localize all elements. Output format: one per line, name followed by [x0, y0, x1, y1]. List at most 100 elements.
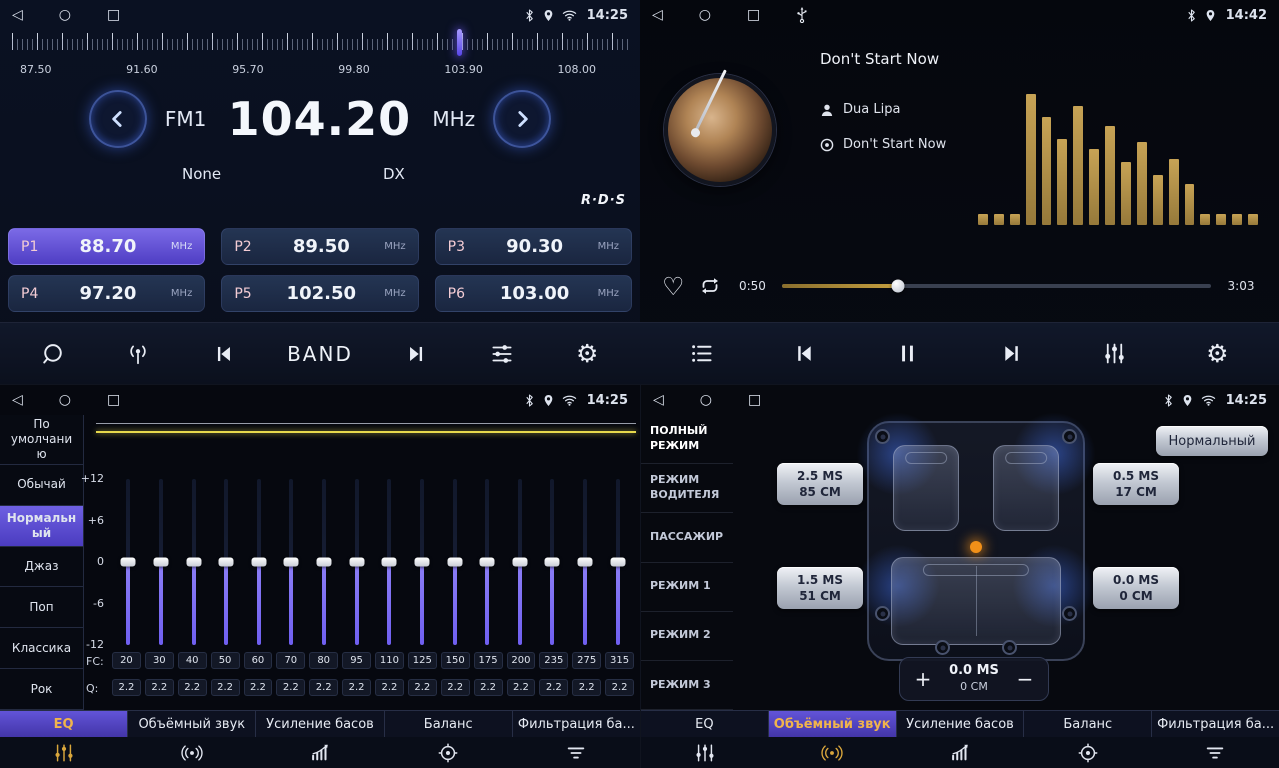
preset-button-p5[interactable]: P5102.50MHz [221, 275, 418, 312]
eq-slider-handle[interactable] [545, 558, 560, 567]
next-track-button[interactable] [989, 332, 1033, 376]
preset-button-p3[interactable]: P390.30MHz [435, 228, 632, 265]
eq-band-275[interactable] [569, 479, 602, 645]
frequency-ruler[interactable] [8, 33, 632, 59]
tab-surround-sound[interactable]: Объёмный звук [128, 711, 256, 737]
bass-boost-tab-icon[interactable] [256, 737, 384, 768]
delay-front-left-button[interactable]: 2.5 MS85 CM [777, 463, 863, 505]
stage-mode-item[interactable]: ПАССАЖИР [641, 513, 733, 562]
tab-filter[interactable]: Фильтрация ба... [1152, 711, 1279, 737]
eq-band-200[interactable] [504, 479, 537, 645]
back-button[interactable]: ◁ [12, 393, 23, 407]
eq-band-50[interactable] [210, 479, 243, 645]
delay-rear-left-button[interactable]: 1.5 MS51 CM [777, 567, 863, 609]
eq-band-30[interactable] [145, 479, 178, 645]
seek-handle[interactable] [892, 280, 905, 293]
audio-settings-button[interactable] [480, 332, 524, 376]
eq-slider-handle[interactable] [251, 558, 266, 567]
eq-slider-handle[interactable] [382, 558, 397, 567]
eq-slider-handle[interactable] [317, 558, 332, 567]
stage-preset-button[interactable]: Нормальный [1156, 426, 1268, 456]
eq-preset-item[interactable]: Рок [0, 669, 83, 710]
eq-slider-handle[interactable] [610, 558, 625, 567]
tab-surround-sound[interactable]: Объёмный звук [769, 711, 897, 737]
surround-tab-icon[interactable] [128, 737, 256, 768]
eq-band-80[interactable] [308, 479, 341, 645]
tab-bass-boost[interactable]: Усиление басов [256, 711, 384, 737]
eq-band-60[interactable] [243, 479, 276, 645]
rear-left-speaker-icon[interactable] [875, 606, 890, 621]
eq-slider-handle[interactable] [219, 558, 234, 567]
delay-front-right-button[interactable]: 0.5 MS17 CM [1093, 463, 1179, 505]
tab-balance[interactable]: Баланс [385, 711, 513, 737]
filter-tab-icon[interactable] [1151, 737, 1279, 768]
recents-button[interactable]: ○ [699, 8, 711, 22]
seek-previous-button[interactable] [202, 332, 246, 376]
preset-button-p4[interactable]: P497.20MHz [8, 275, 205, 312]
eq-band-95[interactable] [340, 479, 373, 645]
playlist-button[interactable] [680, 332, 724, 376]
front-right-speaker-icon[interactable] [1062, 429, 1077, 444]
recents-button[interactable]: ○ [700, 393, 712, 407]
balance-tab-icon[interactable] [384, 737, 512, 768]
eq-slider-handle[interactable] [153, 558, 168, 567]
delay-decrease-button[interactable]: − [1012, 667, 1038, 691]
tab-bass-boost[interactable]: Усиление басов [897, 711, 1025, 737]
front-left-speaker-icon[interactable] [875, 429, 890, 444]
settings-button[interactable]: ⚙ [565, 332, 609, 376]
preset-button-p6[interactable]: P6103.00MHz [435, 275, 632, 312]
eq-slider-handle[interactable] [414, 558, 429, 567]
eq-slider-handle[interactable] [512, 558, 527, 567]
eq-slider-handle[interactable] [480, 558, 495, 567]
eq-band-235[interactable] [536, 479, 569, 645]
eq-preset-item[interactable]: Обычай [0, 465, 83, 506]
eq-band-315[interactable] [601, 479, 634, 645]
stage-mode-item[interactable]: РЕЖИМ 1 [641, 563, 733, 612]
delay-rear-right-button[interactable]: 0.0 MS0 CM [1093, 567, 1179, 609]
tab-balance[interactable]: Баланс [1024, 711, 1152, 737]
eq-slider-handle[interactable] [349, 558, 364, 567]
home-button[interactable]: □ [107, 8, 120, 22]
tab-filter[interactable]: Фильтрация ба... [513, 711, 640, 737]
preset-button-p1[interactable]: P188.70MHz [8, 228, 205, 265]
stage-mode-item[interactable]: ПОЛНЫЙ РЕЖИМ [641, 415, 733, 464]
eq-preset-item[interactable]: Классика [0, 628, 83, 669]
eq-preset-item[interactable]: Нормальный [0, 506, 83, 547]
rear-center-left-speaker-icon[interactable] [935, 640, 950, 655]
eq-band-125[interactable] [406, 479, 439, 645]
stage-mode-item[interactable]: РЕЖИМ 2 [641, 612, 733, 661]
back-button[interactable]: ◁ [653, 393, 664, 407]
antenna-button[interactable] [116, 332, 160, 376]
eq-preset-item[interactable]: Джаз [0, 547, 83, 588]
back-button[interactable]: ◁ [652, 8, 663, 22]
eq-tab-icon[interactable] [0, 737, 128, 768]
rear-right-speaker-icon[interactable] [1062, 606, 1077, 621]
eq-slider-handle[interactable] [447, 558, 462, 567]
eq-slider-handle[interactable] [578, 558, 593, 567]
filter-tab-icon[interactable] [512, 737, 640, 768]
home-button[interactable]: □ [747, 8, 760, 22]
eq-band-110[interactable] [373, 479, 406, 645]
tune-up-button[interactable] [493, 90, 551, 148]
back-button[interactable]: ◁ [12, 8, 23, 22]
recents-button[interactable]: ○ [59, 8, 71, 22]
band-button[interactable]: BAND [287, 332, 353, 376]
home-button[interactable]: □ [107, 393, 120, 407]
repeat-button[interactable] [698, 274, 722, 298]
eq-slider-handle[interactable] [186, 558, 201, 567]
preset-button-p2[interactable]: P289.50MHz [221, 228, 418, 265]
listening-position-dot[interactable] [970, 541, 982, 553]
rear-center-right-speaker-icon[interactable] [1002, 640, 1017, 655]
equalizer-button[interactable] [1092, 332, 1136, 376]
surround-tab-icon[interactable] [769, 737, 897, 768]
home-button[interactable]: □ [748, 393, 761, 407]
seek-next-button[interactable] [394, 332, 438, 376]
pause-button[interactable] [886, 332, 930, 376]
tab-eq[interactable]: EQ [0, 711, 128, 737]
tab-eq[interactable]: EQ [641, 711, 769, 737]
eq-preset-item[interactable]: По умолчанию [0, 415, 83, 465]
eq-band-70[interactable] [275, 479, 308, 645]
eq-band-20[interactable] [112, 479, 145, 645]
tune-down-button[interactable] [89, 90, 147, 148]
eq-tab-icon[interactable] [641, 737, 769, 768]
